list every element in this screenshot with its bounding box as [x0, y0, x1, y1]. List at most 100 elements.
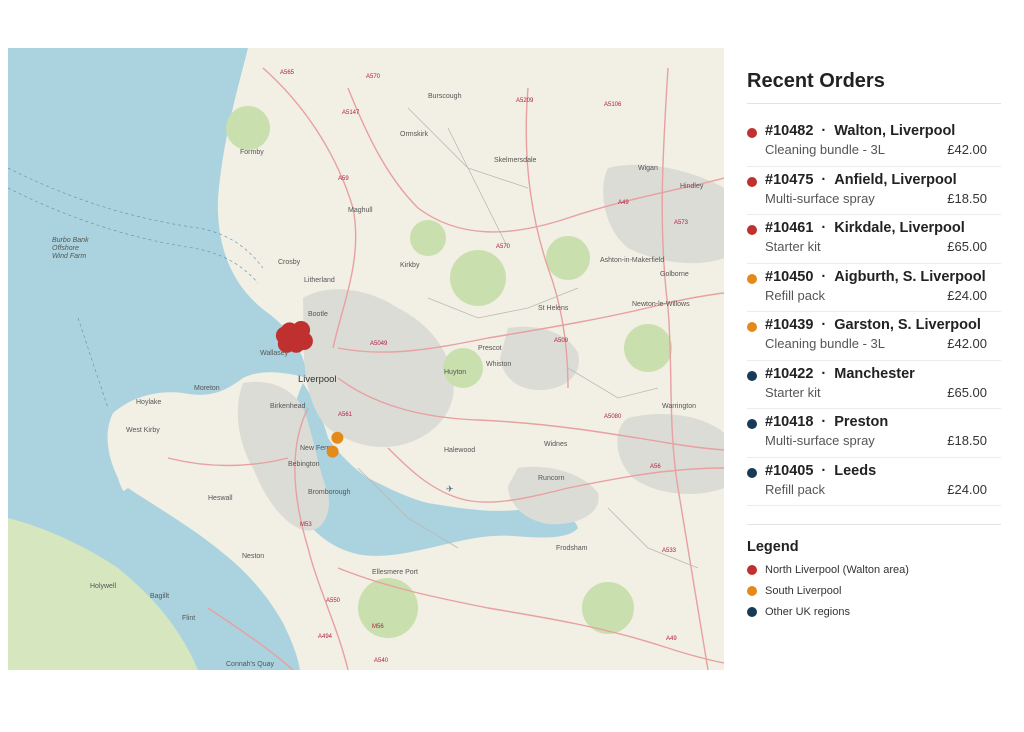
order-item-name: Multi-surface spray: [765, 190, 875, 206]
place-label: Huyton: [444, 369, 466, 376]
order-id: #10461: [765, 220, 814, 236]
order-item[interactable]: #10422 · Manchester Starter kit £65.00: [747, 361, 1001, 409]
legend: Legend North Liverpool (Walton area) Sout…: [747, 524, 1001, 626]
place-label: Warrington: [662, 403, 696, 410]
app-root: Burscough Ormskirk Skelmersdale Formby M…: [0, 0, 1024, 732]
place-label: St Helens: [538, 305, 569, 312]
road-label: A5147: [342, 110, 360, 116]
order-details: Starter kit £65.00: [765, 384, 1001, 402]
order-header: #10418 · Preston: [765, 413, 1001, 431]
road-label: M56: [372, 624, 384, 630]
place-label: Skelmersdale: [494, 157, 537, 164]
order-area: Leeds: [834, 462, 877, 479]
map-park: [410, 220, 446, 256]
road-label: A509: [554, 338, 569, 344]
order-item[interactable]: #10450 · Aigburth, S. Liverpool Refill pack…: [747, 264, 1001, 312]
place-label: Hoylake: [136, 399, 161, 406]
legend-title: Legend: [747, 539, 799, 555]
place-label: Flint: [182, 615, 195, 622]
order-separator: ·: [821, 414, 827, 430]
place-label: Wigan: [638, 165, 658, 172]
order-id: #10482: [765, 123, 814, 139]
place-label: Crosby: [278, 259, 301, 266]
order-separator: ·: [821, 123, 827, 139]
road-label: A570: [496, 244, 511, 250]
legend-label: North Liverpool (Walton area): [765, 564, 909, 576]
order-item[interactable]: #10418 · Preston Multi-surface spray £18.50: [747, 409, 1001, 458]
map-park: [443, 348, 483, 388]
place-label: Whiston: [486, 361, 511, 368]
place-label: Birkenhead: [270, 403, 306, 410]
order-item[interactable]: #10461 · Kirkdale, Liverpool Starter kit £65…: [747, 215, 1001, 264]
order-separator: ·: [821, 268, 827, 285]
place-label: Ashton-in-Makerfield: [600, 257, 664, 264]
order-item[interactable]: #10439 · Garston, S. Liverpool Cleaning bun…: [747, 312, 1001, 361]
order-item-name: Multi-surface spray: [765, 433, 875, 448]
order-marker-north[interactable]: [277, 334, 296, 353]
road-label: A49: [618, 200, 629, 206]
order-price: £42.00: [947, 142, 987, 157]
order-separator: ·: [821, 220, 827, 236]
order-id: #10439: [765, 317, 814, 333]
map-park: [450, 250, 506, 306]
order-marker-south[interactable]: [326, 445, 339, 458]
order-separator: ·: [821, 462, 827, 479]
order-header: #10439 · Garston, S. Liverpool: [765, 316, 1001, 334]
place-label: Heswall: [208, 495, 233, 502]
order-item[interactable]: #10475 · Anfield, Liverpool Multi-surface s…: [747, 167, 1001, 215]
order-id: #10475: [765, 171, 814, 188]
order-item-name: Cleaning bundle - 3L: [765, 336, 885, 351]
legend-swatch: [747, 565, 757, 575]
order-area: Preston: [834, 414, 889, 430]
road-label: A5209: [516, 98, 534, 104]
order-price: £65.00: [947, 239, 987, 254]
order-area: Manchester: [834, 365, 915, 382]
road-label: A533: [662, 548, 677, 554]
place-label: Kirkby: [400, 262, 420, 269]
order-id: #10422: [765, 365, 814, 382]
map-view[interactable]: Burscough Ormskirk Skelmersdale Formby M…: [8, 48, 724, 670]
legend-label: South Liverpool: [765, 585, 842, 597]
order-status-dot: [747, 225, 757, 235]
order-price: £42.00: [947, 336, 987, 351]
order-item-name: Starter kit: [765, 384, 821, 400]
place-label-city: Liverpool: [298, 374, 337, 385]
order-status-dot: [747, 419, 757, 429]
place-label: Widnes: [544, 441, 568, 448]
road-label: A5080: [604, 414, 622, 420]
map-park: [624, 324, 672, 372]
map-park: [358, 578, 418, 638]
place-label: Frodsham: [556, 545, 588, 552]
road-label: A550: [326, 598, 341, 604]
order-header: #10461 · Kirkdale, Liverpool: [765, 219, 1001, 237]
order-marker-south[interactable]: [331, 431, 344, 444]
legend-item: South Liverpool: [747, 584, 1001, 605]
order-details: Multi-surface spray £18.50: [765, 432, 1001, 450]
legend-item: Other UK regions: [747, 605, 1001, 626]
road-label: A5106: [604, 102, 622, 108]
place-label: Bromborough: [308, 489, 351, 496]
orders-list: #10482 · Walton, Liverpool Cleaning bundle …: [747, 118, 1001, 506]
order-status-dot: [747, 322, 757, 332]
order-header: #10405 · Leeds: [765, 462, 1001, 480]
order-details: Refill pack £24.00: [765, 287, 1001, 305]
order-item-name: Refill pack: [765, 481, 825, 497]
order-id: #10450: [765, 268, 814, 285]
order-status-dot: [747, 176, 757, 187]
order-item[interactable]: #10482 · Walton, Liverpool Cleaning bundle …: [747, 118, 1001, 167]
order-separator: ·: [821, 365, 827, 382]
map-park: [226, 106, 270, 150]
order-marker-north[interactable]: [292, 321, 311, 339]
place-label: Formby: [240, 149, 264, 156]
place-label: Connah's Quay: [226, 661, 275, 668]
order-item[interactable]: #10405 · Leeds Refill pack £24.00: [747, 458, 1001, 506]
order-item-name: Starter kit: [765, 239, 821, 254]
order-header: #10482 · Walton, Liverpool: [765, 122, 1001, 140]
place-label: Hindley: [680, 183, 704, 190]
place-label: Newton-le-Willows: [632, 301, 690, 308]
place-label: West Kirby: [126, 427, 160, 434]
map-canvas[interactable]: Burscough Ormskirk Skelmersdale Formby M…: [8, 48, 724, 670]
order-status-dot: [747, 370, 757, 381]
road-label: A56: [650, 464, 661, 470]
order-status-dot: [747, 273, 757, 284]
